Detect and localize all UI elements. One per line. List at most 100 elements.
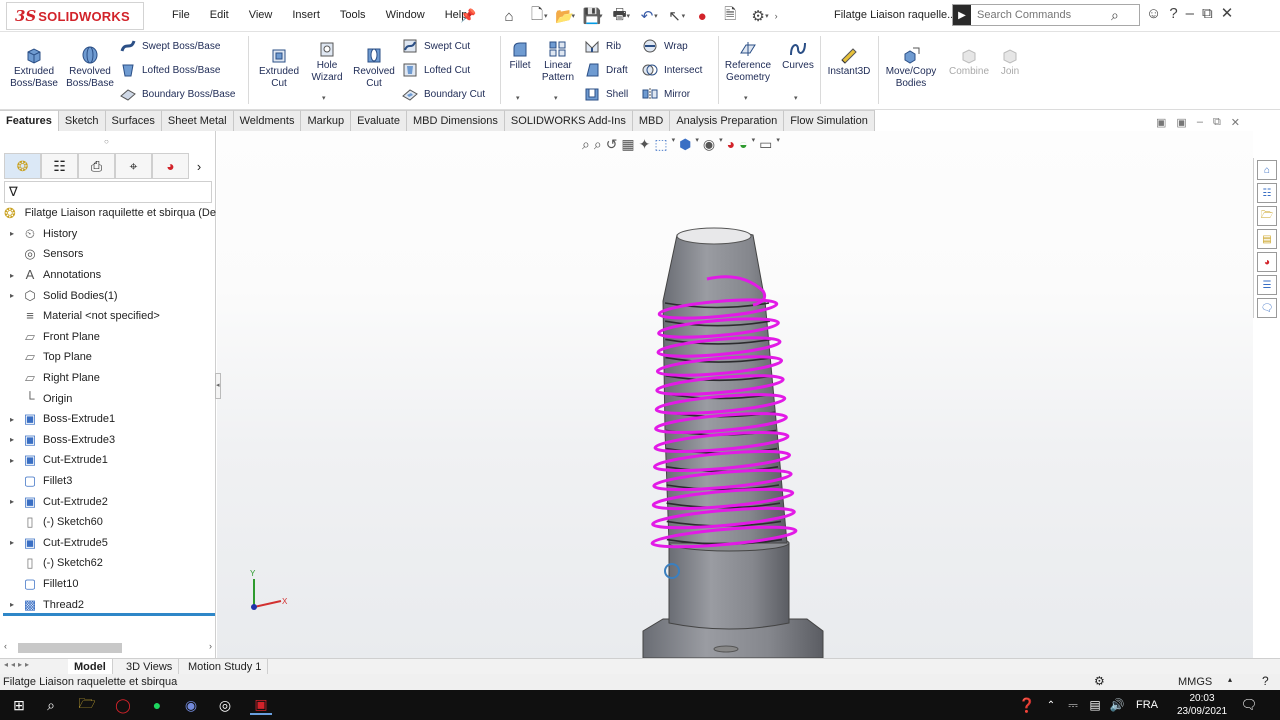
tab-analysis-preparation[interactable]: Analysis Preparation — [670, 110, 785, 131]
tab-evaluate[interactable]: Evaluate — [351, 110, 407, 131]
linear-pattern-button[interactable]: Linear Pattern — [538, 40, 578, 84]
tab-mbd[interactable]: MBD — [632, 110, 671, 131]
save-dropdown-icon[interactable]: ▾ — [599, 12, 603, 20]
tree-item[interactable]: ▱ Top Plane — [0, 347, 216, 368]
revolved-boss-button[interactable]: Revolved Boss/Base — [64, 46, 116, 90]
expand-arrow-icon[interactable]: ▸ — [6, 291, 18, 300]
solidworks-forum-icon[interactable]: 🗨 — [1257, 298, 1277, 318]
rib-button[interactable]: Rib — [584, 37, 621, 55]
scroll-left-icon[interactable]: ‹ — [4, 641, 7, 651]
menu-file[interactable]: File — [162, 9, 200, 21]
tree-item[interactable]: ▸ ⏲ History — [0, 224, 216, 245]
solidworks-taskbar-icon[interactable]: ▣ — [250, 695, 272, 715]
tree-item[interactable]: ▸ A Annotations — [0, 265, 216, 286]
units-indicator[interactable]: MMGS — [1178, 676, 1212, 688]
tree-item[interactable]: ≡ Material <not specified> — [0, 306, 216, 327]
help-tray-icon[interactable]: ❓ — [1016, 695, 1038, 715]
search-input[interactable] — [977, 9, 1107, 21]
doc-close-icon[interactable]: ✕ — [1231, 116, 1240, 129]
expand-arrow-icon[interactable]: ▸ — [6, 600, 18, 609]
view-orientation-icon[interactable]: ⬚ — [654, 136, 667, 153]
tab-surfaces[interactable]: Surfaces — [105, 110, 162, 131]
print-dropdown-icon[interactable]: ▾ — [627, 12, 631, 20]
display-manager-tab-icon[interactable]: ◕ — [152, 153, 189, 179]
configurationmanager-tab-icon[interactable]: ⎙ — [78, 153, 115, 179]
tree-item[interactable]: ▸ ▩ Thread2 — [0, 594, 216, 615]
clock[interactable]: 20:03 23/09/2021 — [1172, 692, 1232, 718]
doc-minimize-icon[interactable]: – — [1197, 116, 1203, 129]
volume-tray-icon[interactable]: 🔊 — [1106, 695, 1128, 715]
hide-show-dropdown-icon[interactable]: ▾ — [719, 136, 723, 153]
discord-taskbar-icon[interactable]: ◉ — [180, 695, 202, 715]
restore-window-icon[interactable]: ⧉ — [1202, 5, 1213, 22]
expand-arrow-icon[interactable]: ▸ — [6, 229, 18, 238]
solidworks-resources-icon[interactable]: ⌂ — [1257, 160, 1277, 180]
display-style-dropdown-icon[interactable]: ▾ — [695, 136, 699, 153]
wrap-button[interactable]: Wrap — [642, 37, 688, 55]
next-view-icon[interactable]: ▣ — [1176, 116, 1186, 129]
propertymanager-tab-icon[interactable]: ☷ — [41, 153, 78, 179]
filter-funnel-icon[interactable]: ∇ — [9, 184, 18, 200]
combine-button[interactable]: Combine — [944, 46, 994, 78]
panel-grip-icon[interactable]: ○ — [104, 137, 109, 146]
file-explorer-icon[interactable]: 🗁 — [1257, 206, 1277, 226]
tab-solidworks-add-ins[interactable]: SOLIDWORKS Add-Ins — [504, 110, 633, 131]
display-style-icon[interactable]: ⬢ — [679, 136, 691, 153]
select-dropdown-icon[interactable]: ▾ — [682, 12, 686, 20]
tree-item[interactable]: ▸ ▣ Boss-Extrude3 — [0, 430, 216, 451]
help-status-icon[interactable]: ? — [1262, 674, 1269, 688]
tree-item[interactable]: ◎ Sensors — [0, 244, 216, 265]
tree-root-part[interactable]: ❂ Filatge Liaison raquilette et sbirqua … — [0, 203, 216, 224]
minimize-window-icon[interactable]: – — [1186, 5, 1194, 22]
menu-view[interactable]: View — [239, 9, 283, 21]
swept-cut-button[interactable]: Swept Cut — [402, 37, 470, 55]
hole-wizard-button[interactable]: Hole Wizard — [304, 40, 350, 84]
previous-view-icon[interactable]: ▣ — [1156, 116, 1166, 129]
panel-tabs-more-icon[interactable]: › — [189, 159, 209, 174]
doc-restore-icon[interactable]: ⧉ — [1213, 116, 1221, 129]
menu-edit[interactable]: Edit — [200, 9, 239, 21]
lofted-cut-button[interactable]: Lofted Cut — [402, 61, 470, 79]
tree-item[interactable]: ▸ ▣ Cut-Extrude2 — [0, 491, 216, 512]
boundary-cut-button[interactable]: Boundary Cut — [402, 85, 485, 103]
expand-arrow-icon[interactable]: ▸ — [6, 415, 18, 424]
expand-arrow-icon[interactable]: ▸ — [6, 456, 18, 465]
shell-button[interactable]: Shell — [584, 85, 628, 103]
tab-flow-simulation[interactable]: Flow Simulation — [784, 110, 875, 131]
mirror-button[interactable]: Mirror — [642, 85, 690, 103]
scroll-thumb[interactable] — [18, 643, 122, 653]
network-tray-icon[interactable]: ▤ — [1084, 695, 1106, 715]
reference-geometry-dropdown-icon[interactable]: ▾ — [744, 94, 748, 102]
tree-item[interactable]: └ Origin — [0, 388, 216, 409]
extruded-boss-button[interactable]: Extruded Boss/Base — [8, 46, 60, 90]
tab-mbd-dimensions[interactable]: MBD Dimensions — [406, 110, 505, 131]
fillet-button[interactable]: Fillet — [504, 40, 536, 72]
open-dropdown-icon[interactable]: ▾ — [572, 12, 576, 20]
tab-sketch[interactable]: Sketch — [58, 110, 106, 131]
design-library-icon[interactable]: ☷ — [1257, 183, 1277, 203]
notifications-icon[interactable]: 🗨 — [1238, 695, 1260, 715]
pattern-dropdown-icon[interactable]: ▾ — [554, 94, 558, 102]
file-explorer-taskbar-icon[interactable]: 🗁 — [76, 695, 98, 715]
tab-markup[interactable]: Markup — [301, 110, 352, 131]
intersect-button[interactable]: Intersect — [642, 61, 702, 79]
appearances-scenes-icon[interactable]: ◕ — [1257, 252, 1277, 272]
menu-tools[interactable]: Tools — [330, 9, 376, 21]
featuremanager-tab-icon[interactable]: ❂ — [4, 153, 41, 179]
dimxpert-tab-icon[interactable]: ⌖ — [115, 153, 152, 179]
new-dropdown-icon[interactable]: ▾ — [544, 12, 548, 20]
fillet-dropdown-icon[interactable]: ▾ — [516, 94, 520, 102]
scene-dropdown-icon[interactable]: ▾ — [752, 136, 756, 153]
tree-item[interactable]: ▸ ▣ Boss-Extrude1 — [0, 409, 216, 430]
view-orientation-dropdown-icon[interactable]: ▾ — [672, 136, 676, 153]
tree-item[interactable]: ▱ Front Plane — [0, 327, 216, 348]
tree-filter-box[interactable]: ∇ — [4, 181, 212, 203]
user-account-icon[interactable]: ☺ — [1146, 5, 1161, 22]
rebuild-status-icon[interactable]: ⚙ — [1094, 674, 1105, 688]
search-icon[interactable]: ⌕ — [1111, 7, 1119, 24]
tab-model[interactable]: Model — [68, 659, 113, 674]
title-expand-chevron-icon[interactable]: › — [775, 11, 778, 21]
home-icon[interactable]: ⌂ — [496, 5, 522, 27]
tree-item[interactable]: ▸ ▣ Cut-Extrude5 — [0, 533, 216, 554]
lofted-boss-button[interactable]: Lofted Boss/Base — [120, 61, 220, 79]
